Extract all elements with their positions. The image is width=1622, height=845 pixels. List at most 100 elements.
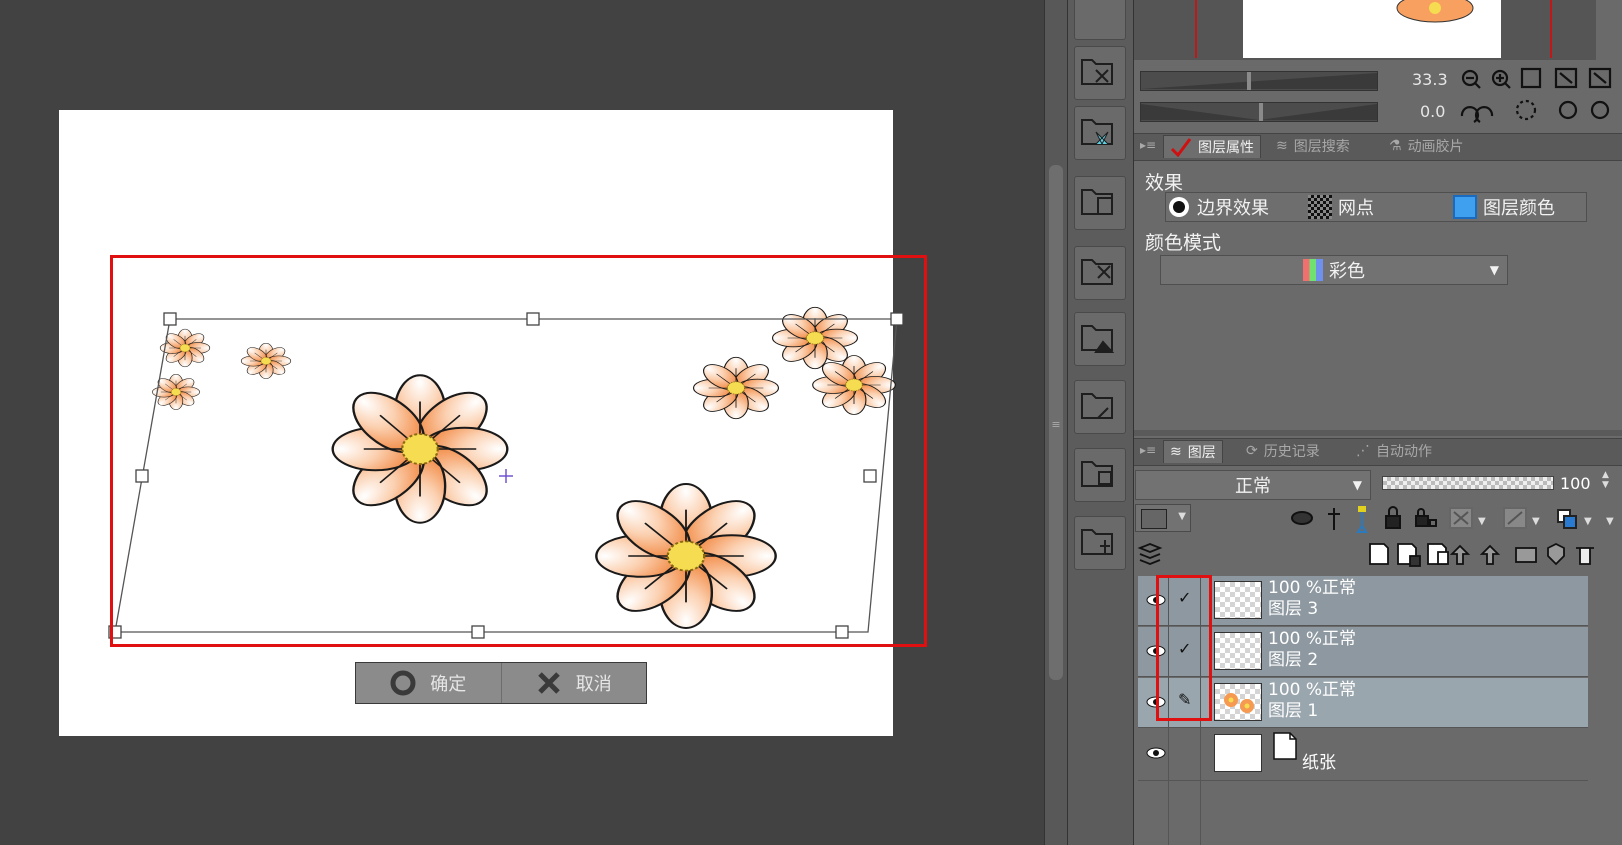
tab-label: 图层搜索 [1293,139,1350,155]
tab-auto-actions[interactable]: ⋰ 自动动作 [1350,440,1438,462]
tab-layers[interactable]: ≋ 图层 [1163,440,1223,463]
layer-opacity-mode: 100 %正常 [1268,629,1357,649]
layers-icon: ≋ [1276,138,1288,154]
new-vector-layer-button[interactable] [1396,540,1422,570]
cancel-button[interactable]: 取消 [500,663,647,703]
fit-button[interactable] [1518,66,1544,92]
opacity-spinner[interactable]: ▲ ▼ [1602,470,1609,490]
ruler-button[interactable] [1544,540,1570,570]
tab-animation-cels[interactable]: ⚗ 动画胶片 [1383,135,1470,157]
reference-layer-button[interactable] [1324,504,1348,532]
tab-label: 动画胶片 [1407,139,1464,155]
layer-opacity-mode: 100 %正常 [1268,680,1357,700]
actions-icon: ⋰ [1356,443,1370,459]
navigator-flower-thumb [1396,0,1474,23]
color-mode-icon [1303,259,1323,281]
tab-label: 自动动作 [1376,444,1432,460]
effect-label: 网点 [1338,198,1374,219]
draft-layer-button[interactable] [1352,504,1376,532]
tab-label: 历史记录 [1263,444,1320,460]
lock-layer-button[interactable] [1382,504,1406,532]
tone-icon [1308,195,1332,219]
layer-color-button[interactable]: 图层颜色 [1453,194,1555,220]
tone-button[interactable]: 网点 [1308,194,1374,220]
paper-icon [1273,732,1297,760]
history-icon: ⟳ [1246,443,1258,459]
opacity-slider[interactable] [1382,476,1554,490]
layer-opacity-mode: 100 %正常 [1268,578,1357,598]
zoom-value: 33.3 [1412,70,1448,89]
chevron-down-icon: ▼ [1489,263,1499,277]
effect-label: 边界效果 [1197,198,1269,219]
color-mode-value: 彩色 [1329,261,1365,282]
blend-mode-select[interactable]: 正常 ▼ [1135,470,1371,500]
new-raster-layer-button[interactable] [1366,540,1392,570]
checkmark-icon [1170,138,1192,157]
chevron-down-icon: ▼ [1352,478,1362,492]
close-icon [536,670,562,696]
zoom-out-button[interactable] [1458,66,1484,92]
circle-icon [390,670,416,696]
tab-label: 图层 [1187,445,1216,461]
svg-text:▼: ▼ [1606,516,1614,527]
panel-menu-icon[interactable]: ▸≡ [1140,443,1156,457]
flask-icon: ⚗ [1389,138,1402,154]
rotate-left-button[interactable] [1458,98,1484,124]
layers-icon: ≋ [1170,444,1182,460]
layer-name: 纸张 [1302,753,1336,773]
confirm-button[interactable]: 确定 [356,663,501,703]
panel-divider[interactable] [1134,430,1622,436]
tab-label: 图层属性 [1198,140,1254,156]
panel-menu-icon[interactable]: ▸≡ [1140,138,1156,152]
panel-grip-icon[interactable]: ≡ [1049,418,1063,432]
toolbar-icons [1081,59,1115,555]
tab-layer-properties[interactable]: 图层属性 [1163,135,1261,158]
layer-thumbnail [1214,632,1262,670]
new-folder-button[interactable] [1426,540,1452,570]
confirm-label: 确定 [430,674,467,695]
svg-text:▼: ▼ [1478,516,1486,527]
layer-name: 图层 1 [1268,701,1319,721]
delete-layer-button[interactable] [1574,540,1600,570]
color-mode-title: 颜色模式 [1145,232,1222,254]
effect-label: 图层颜色 [1483,198,1555,219]
svg-text:▼: ▼ [1584,516,1592,527]
effect-title: 效果 [1145,172,1184,194]
rotate-right-button[interactable] [1488,98,1514,124]
transform-confirm-bar: 确定 取消 [355,662,647,704]
svg-text:▼: ▼ [1532,516,1540,527]
layer-color-icon [1453,195,1477,219]
layer-thumbnail [1214,683,1262,721]
clipping-button[interactable] [1290,504,1314,532]
transfer-down-button[interactable] [1456,540,1482,570]
tab-layer-search[interactable]: ≋ 图层搜索 [1270,135,1356,157]
zoom-in-button[interactable] [1488,66,1514,92]
zoom-slider[interactable] [1140,71,1378,91]
reset-rotation-icon [1515,99,1537,121]
layer-color-select[interactable]: ▼ [1135,504,1191,532]
eye-icon[interactable] [1146,743,1166,763]
color-swatch-icon [1141,509,1167,529]
layer-row-paper[interactable]: 纸张 [1138,729,1588,781]
border-effect-button[interactable]: 边界效果 [1167,194,1269,220]
highlight-box-canvas [110,255,927,647]
opacity-value: 100 [1560,474,1591,493]
layer-name: 图层 3 [1268,599,1319,619]
merge-down-button[interactable] [1486,540,1512,570]
rotation-slider[interactable] [1140,102,1378,122]
layer-thumbnail [1214,734,1262,772]
highlight-box-layers [1156,575,1212,721]
blend-mode-value: 正常 [1235,476,1271,497]
navigator-frame-line [1550,0,1552,58]
lock-transparent-button[interactable] [1412,504,1442,532]
border-effect-icon [1169,197,1189,217]
cancel-label: 取消 [575,674,612,695]
navigator-frame-line [1195,0,1197,58]
chevron-down-icon: ▼ [1178,511,1186,522]
rotation-value: 0.0 [1420,102,1446,121]
tab-history[interactable]: ⟳ 历史记录 [1240,440,1326,462]
layer-thumbnail [1214,581,1262,619]
mask-button[interactable] [1514,540,1540,570]
color-mode-select[interactable]: 彩色 ▼ [1160,255,1508,285]
layer-name: 图层 2 [1268,650,1319,670]
